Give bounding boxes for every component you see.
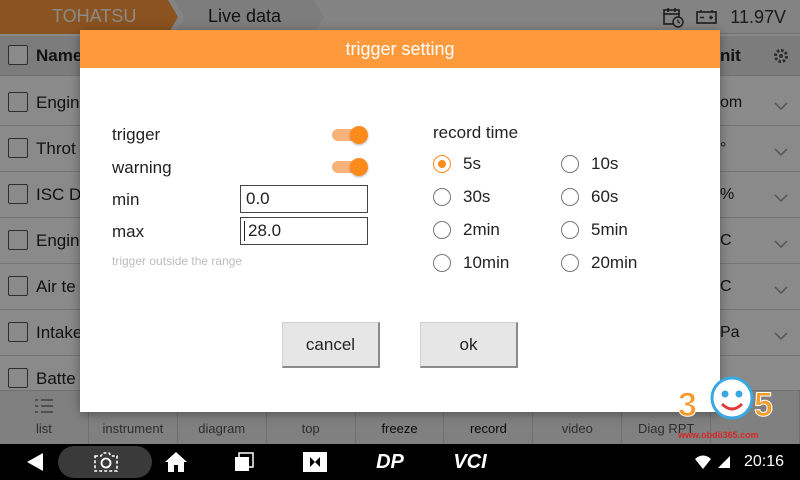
min-label: min: [112, 190, 140, 209]
radio-5min-label: 5min: [591, 220, 628, 239]
radio-2min-label: 2min: [463, 220, 500, 239]
radio-5min[interactable]: 5min: [561, 220, 628, 240]
dp-label: DP: [376, 450, 404, 473]
cancel-button[interactable]: cancel: [282, 322, 380, 368]
radio-5s[interactable]: 5s: [433, 154, 481, 174]
record-time-label: record time: [433, 123, 519, 142]
radio-dot: [433, 155, 451, 173]
svg-text:3: 3: [678, 386, 697, 424]
watermark-logo: 3 5 www.obdii365.com: [672, 360, 800, 444]
trigger-setting-dialog: trigger setting trigger warning min 0.0 …: [80, 30, 720, 412]
back-icon[interactable]: [20, 444, 50, 480]
radio-30s-label: 30s: [463, 187, 491, 206]
radio-20min[interactable]: 20min: [561, 253, 637, 273]
min-input[interactable]: 0.0: [240, 185, 368, 213]
radio-dot: [561, 188, 579, 206]
display-switch-icon[interactable]: [298, 444, 332, 480]
radio-dot: [561, 254, 579, 272]
radio-10s[interactable]: 10s: [561, 154, 618, 174]
trigger-label: trigger: [112, 125, 161, 144]
trigger-toggle[interactable]: [332, 124, 368, 144]
radio-10min-label: 10min: [463, 253, 510, 272]
cellular-signal-icon: [716, 444, 732, 480]
ok-button[interactable]: ok: [420, 322, 518, 368]
svg-text:5: 5: [754, 386, 773, 424]
recent-apps-icon[interactable]: [228, 444, 260, 480]
toggle-knob: [350, 158, 368, 176]
radio-60s[interactable]: 60s: [561, 187, 618, 207]
vci-app-button[interactable]: VCI: [446, 444, 494, 480]
wifi-icon: [692, 444, 714, 480]
radio-dot: [561, 155, 579, 173]
dialog-title: trigger setting: [80, 30, 720, 68]
radio-dot: [561, 221, 579, 239]
max-input[interactable]: 28.0: [240, 217, 368, 245]
obdii365-logo-icon: 3 5: [678, 376, 773, 425]
warning-label: warning: [112, 158, 172, 177]
radio-dot: [433, 221, 451, 239]
watermark-url: www.obdii365.com: [678, 430, 759, 440]
radio-10min[interactable]: 10min: [433, 253, 509, 273]
camera-icon[interactable]: [88, 444, 124, 480]
radio-dot: [433, 254, 451, 272]
dp-app-button[interactable]: DP: [366, 444, 414, 480]
radio-5s-label: 5s: [463, 154, 481, 173]
radio-2min[interactable]: 2min: [433, 220, 500, 240]
toggle-knob: [350, 126, 368, 144]
warning-toggle[interactable]: [332, 156, 368, 176]
system-nav-bar: DP VCI 20:16: [0, 444, 800, 480]
range-hint: trigger outside the range: [112, 254, 243, 268]
home-icon[interactable]: [160, 444, 192, 480]
radio-20min-label: 20min: [591, 253, 638, 272]
radio-dot: [433, 188, 451, 206]
radio-10s-label: 10s: [591, 154, 619, 173]
radio-60s-label: 60s: [591, 187, 619, 206]
clock: 20:16: [743, 453, 784, 470]
vci-label: VCI: [453, 450, 487, 473]
radio-30s[interactable]: 30s: [433, 187, 490, 207]
max-label: max: [112, 222, 145, 241]
